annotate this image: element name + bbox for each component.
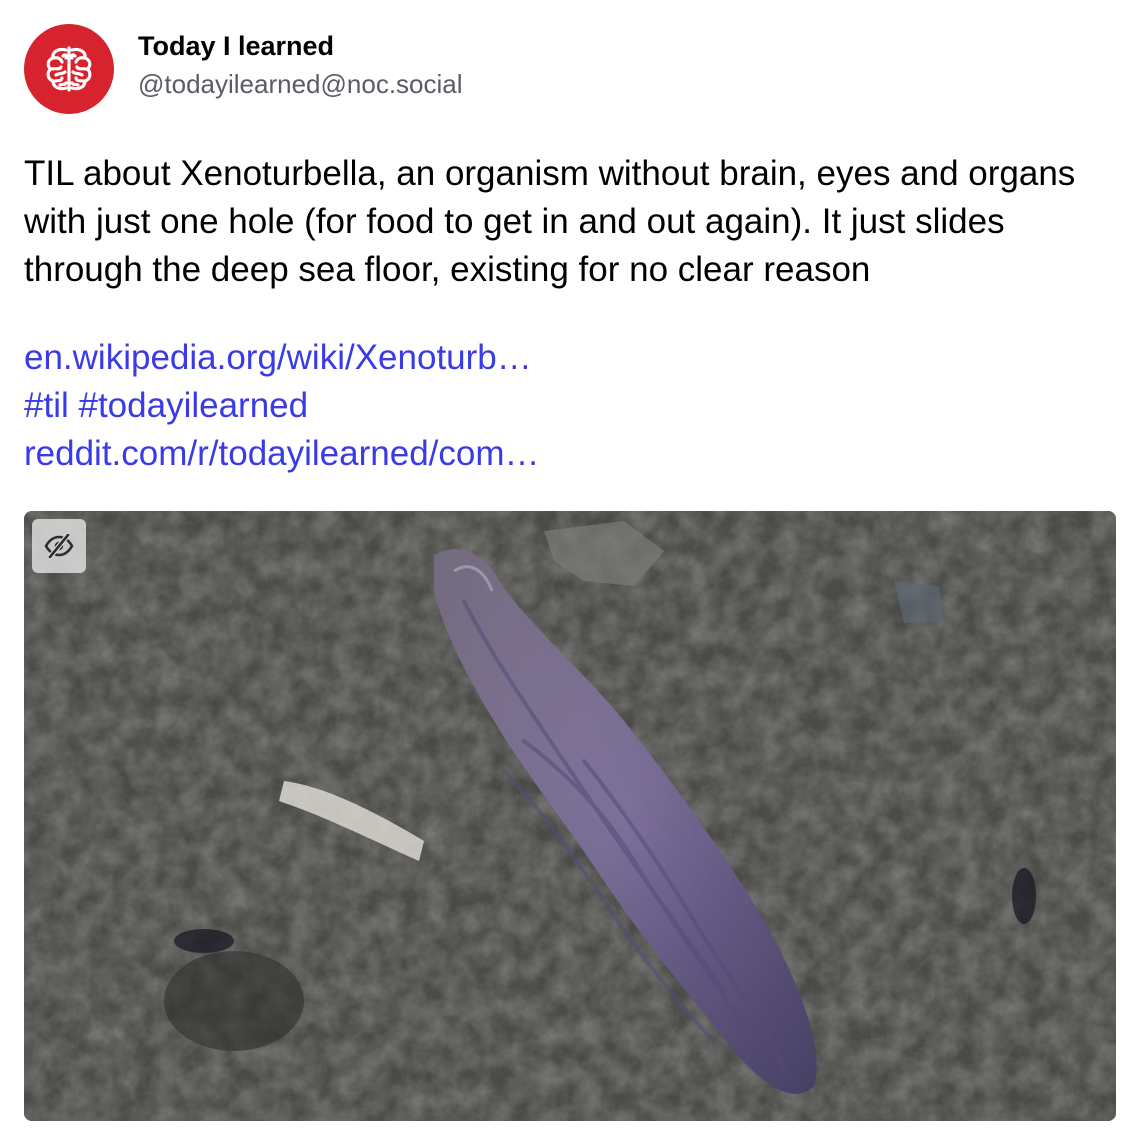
wikipedia-link[interactable]: en.wikipedia.org/wiki/Xenoturb…	[24, 338, 532, 377]
link-line-wikipedia: en.wikipedia.org/wiki/Xenoturb…	[24, 334, 540, 382]
hide-media-button[interactable]	[32, 519, 86, 573]
avatar[interactable]	[24, 24, 114, 114]
post-text: TIL about Xenoturbella, an organism with…	[24, 154, 1076, 289]
reddit-link[interactable]: reddit.com/r/todayilearned/com…	[24, 434, 540, 473]
post-header: Today I learned @todayilearned@noc.socia…	[24, 24, 463, 114]
xenoturbella-photo[interactable]	[24, 511, 1116, 1121]
post-links: en.wikipedia.org/wiki/Xenoturb… #til #to…	[24, 334, 540, 478]
hashtag-todayilearned[interactable]: #todayilearned	[78, 386, 308, 425]
account-names: Today I learned @todayilearned@noc.socia…	[138, 28, 463, 104]
link-line-reddit: reddit.com/r/todayilearned/com…	[24, 430, 540, 478]
eye-slash-icon	[44, 534, 74, 558]
media-attachment[interactable]	[24, 511, 1116, 1121]
hashtag-til[interactable]: #til	[24, 386, 69, 425]
account-handle[interactable]: @todayilearned@noc.social	[138, 64, 463, 104]
brain-icon	[46, 46, 92, 92]
hashtag-line: #til #todayilearned	[24, 382, 540, 430]
display-name[interactable]: Today I learned	[138, 28, 463, 64]
